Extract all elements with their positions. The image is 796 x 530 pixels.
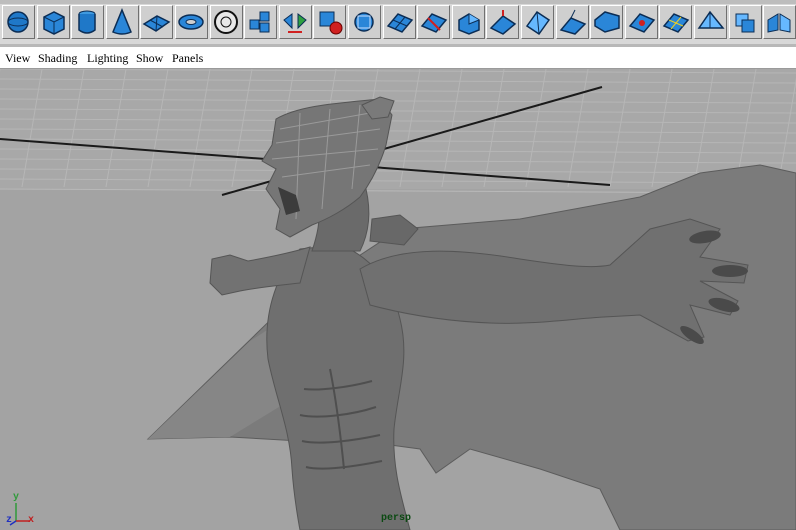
perspective-viewport[interactable]: y x z persp [0, 69, 796, 530]
smooth-icon[interactable] [348, 5, 381, 39]
torus-icon[interactable] [175, 5, 208, 39]
head-mesh [261, 98, 393, 238]
extract-icon[interactable] [313, 5, 347, 39]
separate-icon[interactable] [278, 5, 312, 39]
axis-y-label: y [13, 492, 20, 503]
cube-icon[interactable] [36, 5, 70, 39]
viewport-scene [0, 69, 796, 530]
menu-shading[interactable]: Shading [38, 51, 77, 66]
grid-plane [0, 69, 796, 189]
polygon-plane-icon[interactable] [382, 5, 416, 39]
mirror-geometry-icon[interactable] [763, 5, 796, 39]
bevel-icon[interactable] [521, 5, 554, 39]
shelf-toolbar [0, 0, 796, 44]
append-polygon-icon[interactable] [590, 5, 624, 39]
menu-view[interactable]: View [5, 51, 30, 66]
combine-icon[interactable] [244, 5, 278, 39]
menu-lighting[interactable]: Lighting [87, 51, 128, 66]
wedge-face-icon[interactable] [555, 5, 589, 39]
poke-face-icon[interactable] [694, 5, 727, 39]
sphere-icon[interactable] [2, 5, 35, 39]
panel-menubar: View Shading Lighting Show Panels [0, 47, 796, 69]
merge-vertices-icon[interactable] [624, 5, 658, 39]
axis-x-label: x [28, 515, 35, 526]
soccer-ball-icon[interactable] [209, 5, 243, 39]
plane-icon[interactable] [140, 5, 174, 39]
axis-z-label: z [6, 515, 13, 526]
cylinder-icon[interactable] [71, 5, 105, 39]
extrude-face-icon[interactable] [451, 5, 485, 39]
shelf-tab-strip [0, 0, 796, 4]
cone-icon[interactable] [105, 5, 139, 39]
menu-panels[interactable]: Panels [172, 51, 203, 66]
duplicate-face-icon[interactable] [728, 5, 762, 39]
subdivide-icon[interactable] [659, 5, 693, 39]
split-polygon-icon[interactable] [417, 5, 451, 39]
menu-show[interactable]: Show [136, 51, 163, 66]
axis-gizmo: y x z [6, 489, 46, 529]
extrude-edge-icon[interactable] [486, 5, 520, 39]
camera-name-label: persp [381, 513, 412, 524]
